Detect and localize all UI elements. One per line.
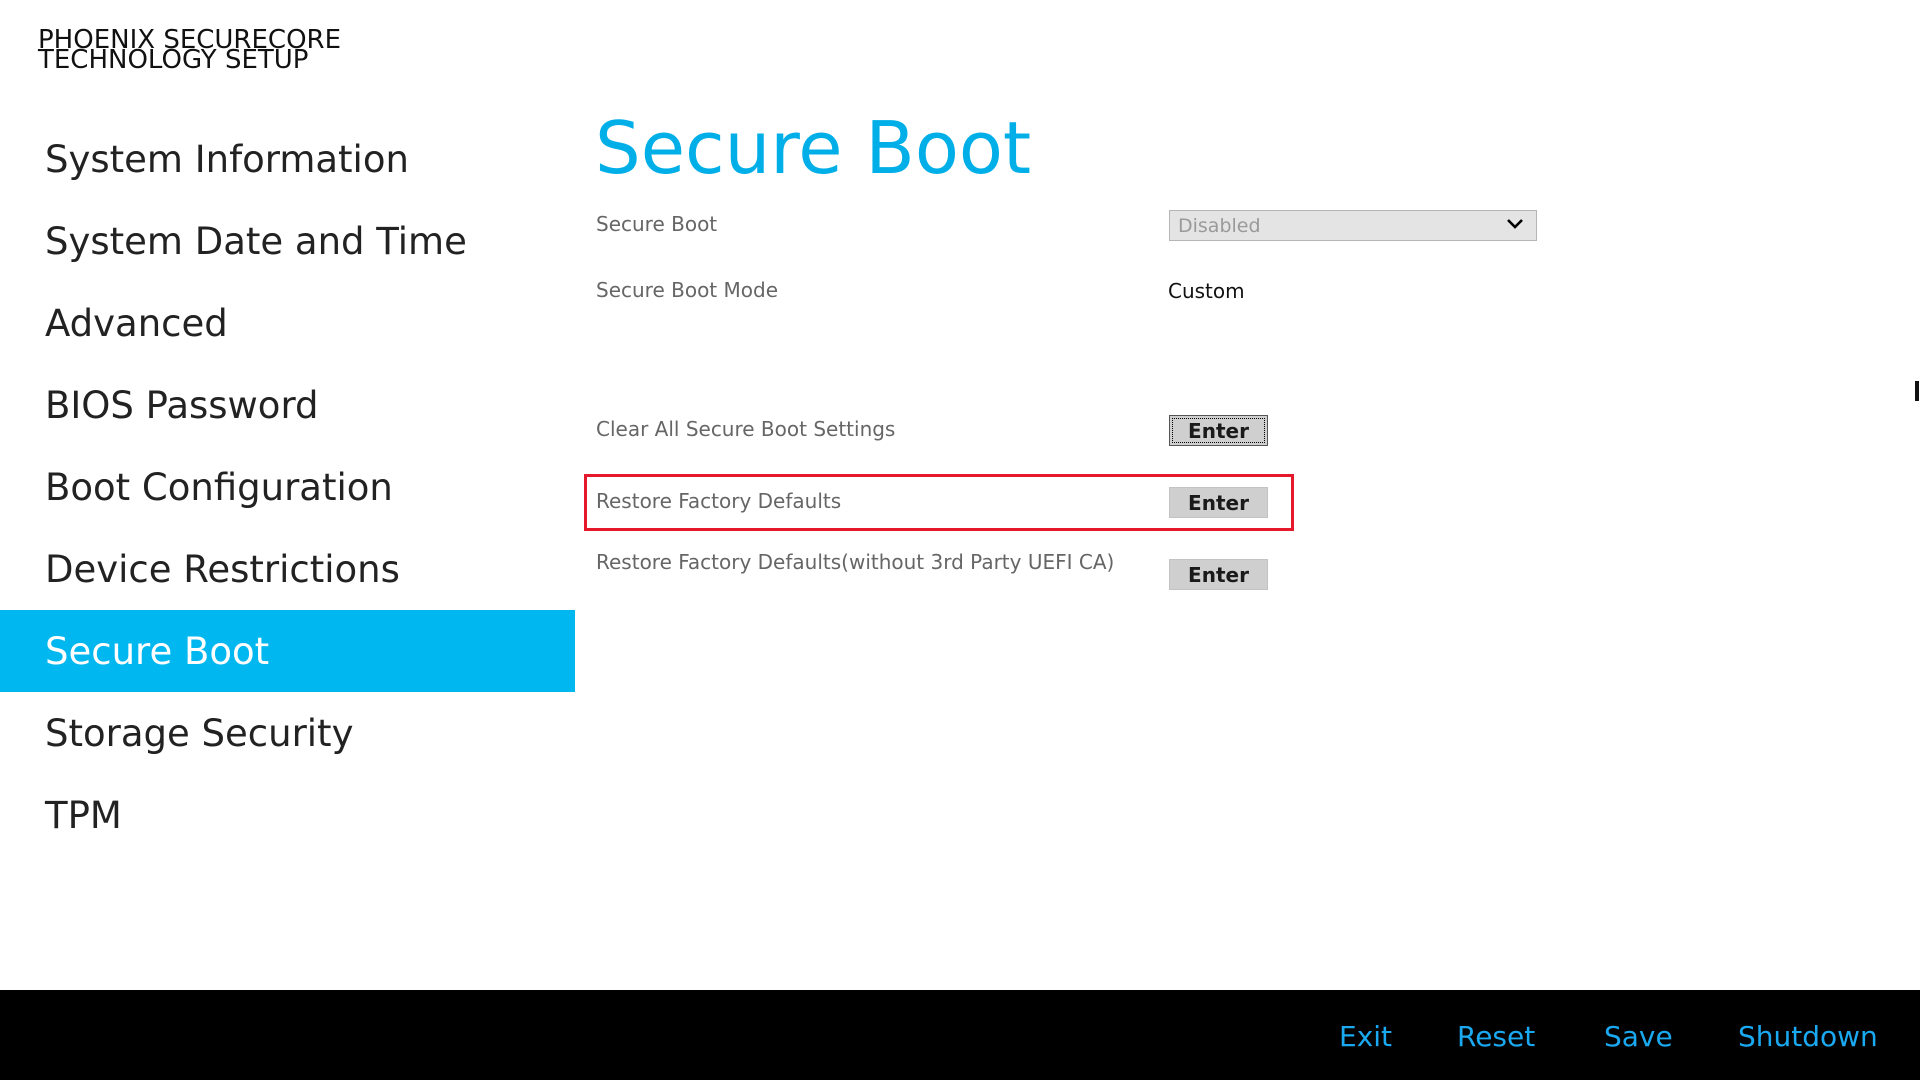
sidebar: System Information System Date and Time … — [0, 118, 575, 856]
sidebar-item-device-restrictions[interactable]: Device Restrictions — [0, 528, 575, 610]
sidebar-item-system-information[interactable]: System Information — [0, 118, 575, 200]
sidebar-item-tpm[interactable]: TPM — [0, 774, 575, 856]
secure-boot-select[interactable]: Disabled — [1169, 210, 1537, 241]
secure-boot-label: Secure Boot — [596, 212, 718, 236]
sidebar-item-system-date-and-time[interactable]: System Date and Time — [0, 200, 575, 282]
restore-defaults-no-3rd-party-label: Restore Factory Defaults(without 3rd Par… — [596, 550, 1115, 574]
restore-factory-defaults-label: Restore Factory Defaults — [596, 489, 842, 513]
exit-button[interactable]: Exit — [1339, 1020, 1392, 1053]
sidebar-item-bios-password[interactable]: BIOS Password — [0, 364, 575, 446]
shutdown-button[interactable]: Shutdown — [1738, 1020, 1878, 1053]
clear-all-secure-boot-label: Clear All Secure Boot Settings — [596, 417, 896, 441]
secure-boot-mode-value: Custom — [1168, 279, 1245, 303]
sidebar-item-storage-security[interactable]: Storage Security — [0, 692, 575, 774]
scroll-edge-marker — [1915, 381, 1919, 401]
save-button[interactable]: Save — [1604, 1020, 1673, 1053]
brand-line-2: TECHNOLOGY SETUP — [38, 45, 309, 75]
secure-boot-mode-label: Secure Boot Mode — [596, 278, 779, 302]
reset-button[interactable]: Reset — [1457, 1020, 1535, 1053]
sidebar-item-boot-configuration[interactable]: Boot Configuration — [0, 446, 575, 528]
chevron-down-icon — [1507, 219, 1523, 229]
secure-boot-select-value: Disabled — [1178, 214, 1261, 237]
clear-all-enter-button[interactable]: Enter — [1169, 415, 1268, 446]
bios-setup-screen: PHOENIX SECURECORE TECHNOLOGY SETUP Syst… — [0, 0, 1920, 1080]
sidebar-item-advanced[interactable]: Advanced — [0, 282, 575, 364]
sidebar-item-secure-boot[interactable]: Secure Boot — [0, 610, 575, 692]
page-title: Secure Boot — [595, 106, 1032, 190]
restore-defaults-no-3rd-party-enter-button[interactable]: Enter — [1169, 559, 1268, 590]
brand-logo-text: PHOENIX SECURECORE TECHNOLOGY SETUP — [38, 27, 341, 75]
restore-factory-defaults-enter-button[interactable]: Enter — [1169, 487, 1268, 518]
footer-bar: Exit Reset Save Shutdown — [0, 990, 1920, 1080]
